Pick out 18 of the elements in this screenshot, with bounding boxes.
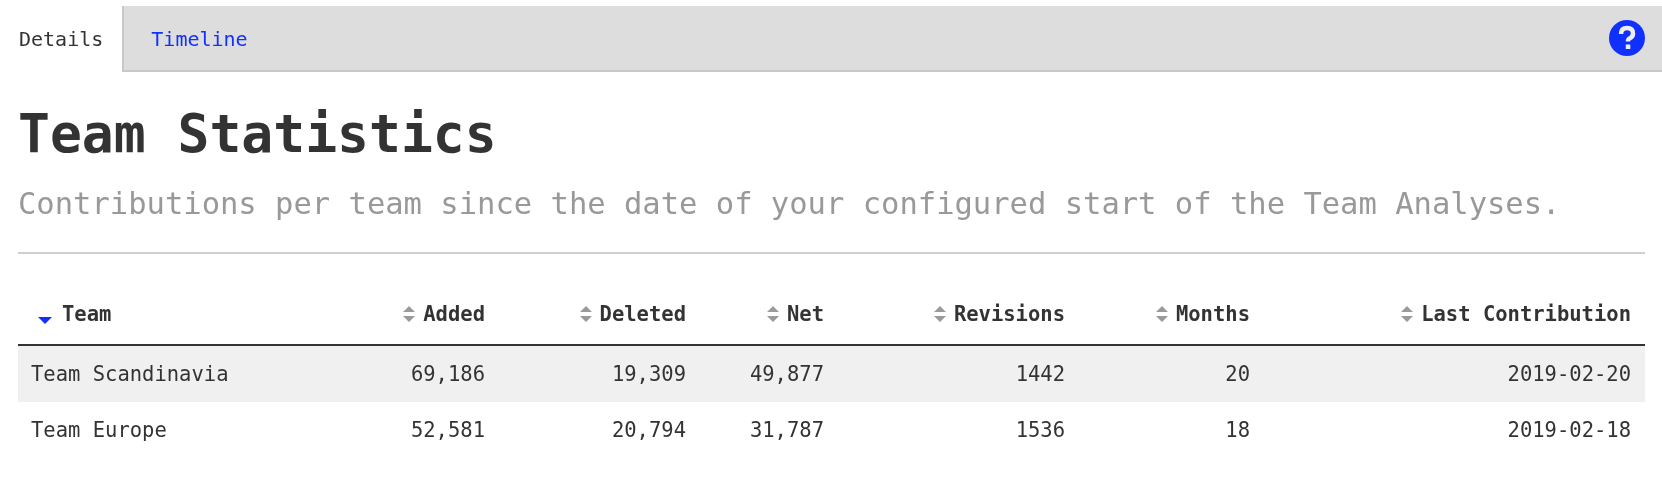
table-cell: 1442	[824, 345, 1065, 402]
table-cell: Team Europe	[18, 402, 318, 458]
table-cell: 18	[1065, 402, 1250, 458]
table-cell: 69,186	[318, 345, 485, 402]
help-icon[interactable]	[1609, 20, 1645, 56]
table-cell: Team Scandinavia	[18, 345, 318, 402]
table-cell: 19,309	[485, 345, 686, 402]
table-cell: 49,877	[686, 345, 824, 402]
tab[interactable]: Timeline	[124, 6, 275, 72]
page-subtitle: Contributions per team since the date of your configured start of the Team Analyses.	[18, 185, 1561, 223]
table-cell: 1536	[824, 402, 1065, 458]
table-cell: 52,581	[318, 402, 485, 458]
table-cell: 2019-02-20	[1250, 345, 1645, 402]
table-cell: 20,794	[485, 402, 686, 458]
page-title: Team Statistics	[18, 102, 498, 166]
table-cell: 2019-02-18	[1250, 402, 1645, 458]
table-cell: 31,787	[686, 402, 824, 458]
table-cell: 20	[1065, 345, 1250, 402]
